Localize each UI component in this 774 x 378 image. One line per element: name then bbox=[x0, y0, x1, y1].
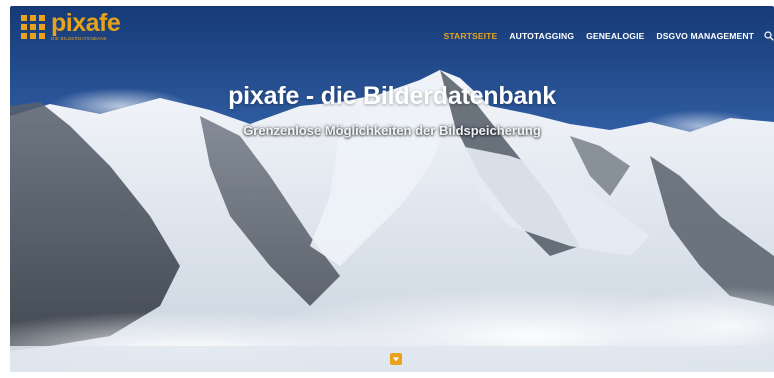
hero-subtitle: Grenzenlose Möglichkeiten der Bildspeich… bbox=[243, 123, 541, 138]
hero-title: pixafe - die Bilderdatenbank bbox=[228, 82, 556, 110]
scroll-down-button[interactable] bbox=[390, 353, 402, 365]
logo-wordmark: pixafe bbox=[51, 9, 121, 37]
site-logo[interactable]: pixafe DIE BILDERDATENBANK bbox=[21, 9, 131, 46]
chevron-down-icon bbox=[393, 357, 399, 362]
nav-item-dsgvo-management[interactable]: DSGVO MANAGEMENT bbox=[656, 31, 754, 41]
search-icon[interactable] bbox=[764, 31, 774, 41]
nav-item-startseite[interactable]: STARTSEITE bbox=[444, 31, 498, 41]
grid-logo-icon bbox=[21, 15, 45, 39]
hero-section: pixafe DIE BILDERDATENBANK STARTSEITE AU… bbox=[10, 6, 774, 372]
nav-item-genealogie[interactable]: GENEALOGIE bbox=[586, 31, 644, 41]
main-navigation: STARTSEITE AUTOTAGGING GENEALOGIE DSGVO … bbox=[432, 31, 774, 41]
mountain-background-image bbox=[10, 6, 774, 372]
logo-tagline: DIE BILDERDATENBANK bbox=[51, 36, 107, 41]
nav-item-autotagging[interactable]: AUTOTAGGING bbox=[509, 31, 574, 41]
